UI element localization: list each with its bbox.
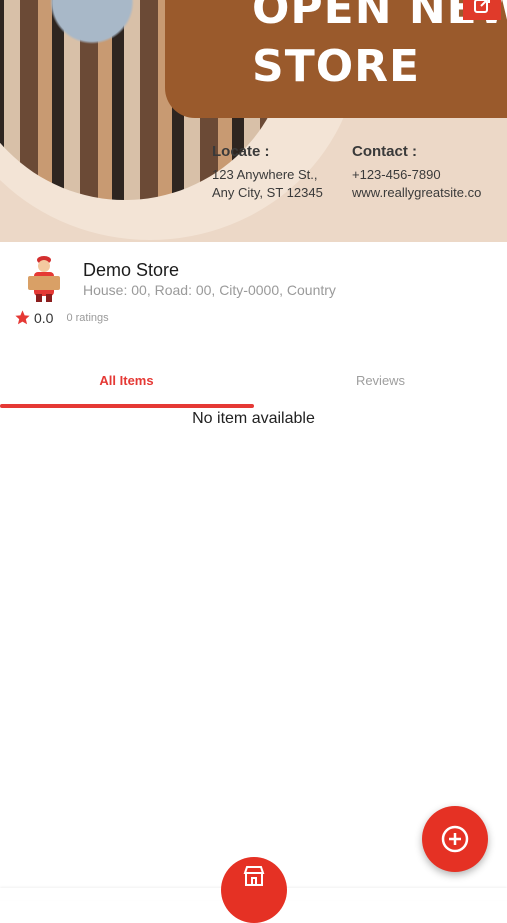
store-avatar [20,254,68,302]
store-name: Demo Store [83,260,180,280]
store-address: House: 00, Road: 00, City-0000, Country [83,282,336,298]
store-rating: 0.0 0 ratings [14,309,109,326]
locate-label: Locate : [212,143,270,160]
empty-state-message: No item available [192,410,315,427]
star-icon [15,310,30,325]
tab-all-items[interactable]: All Items [0,358,253,402]
banner-headline-line2: STORE [252,41,421,92]
contact-line2: www.reallygreatsite.co [352,185,482,200]
rating-value: 0.0 [34,309,54,326]
add-circle-icon [441,825,469,853]
tab-reviews[interactable]: Reviews [254,358,507,402]
delivery-man-icon [28,256,60,302]
store-banner: OPEN NEW STORE Locate : 123 Anywhere St.… [0,0,507,242]
rating-count: 0 ratings [66,311,109,324]
store-nav-button[interactable] [221,857,287,923]
contact-label: Contact : [352,143,417,160]
banner-locate: Locate : 123 Anywhere St., Any City, ST … [212,143,323,202]
add-fab-button[interactable] [422,806,488,872]
store-header: Demo Store House: 00, Road: 00, City-000… [0,242,507,342]
active-tab-indicator [0,404,254,408]
store-icon [243,866,265,886]
locate-line2: Any City, ST 12345 [212,185,323,200]
contact-line1: +123-456-7890 [352,167,441,182]
share-button[interactable] [463,0,501,20]
store-tabs: All Items Reviews [0,358,507,410]
share-icon [474,0,490,13]
banner-contact: Contact : +123-456-7890 www.reallygreats… [352,143,481,202]
locate-line1: 123 Anywhere St., [212,167,318,182]
